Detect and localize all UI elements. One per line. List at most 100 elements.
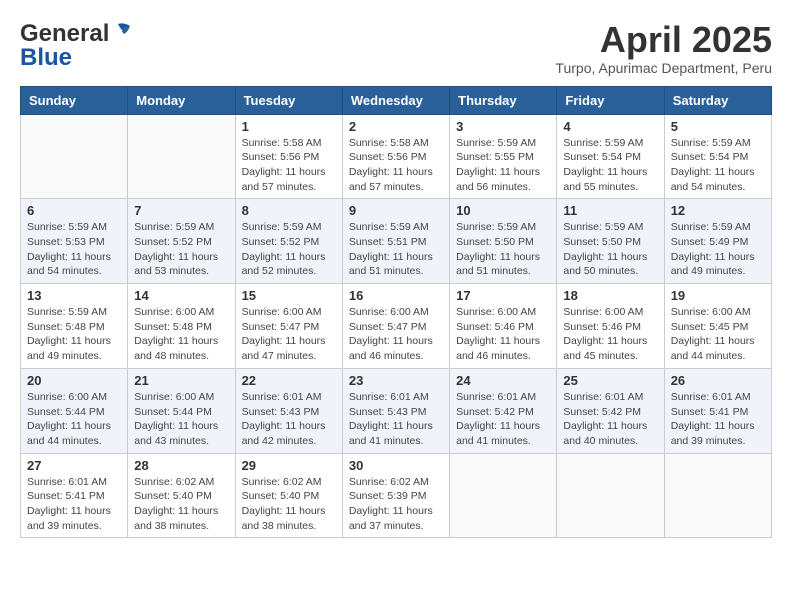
calendar-week-2: 6Sunrise: 5:59 AM Sunset: 5:53 PM Daylig… [21, 199, 772, 284]
page-header: General Blue April 2025 Turpo, Apurimac … [20, 20, 772, 76]
day-info: Sunrise: 6:01 AM Sunset: 5:41 PM Dayligh… [671, 390, 765, 449]
day-number: 18 [563, 288, 657, 303]
calendar-cell: 7 Sunrise: 5:59 AM Sunset: 5:52 PM Daylig… [128, 199, 235, 284]
day-info: Sunrise: 6:02 AM Sunset: 5:39 PM Dayligh… [349, 475, 443, 534]
day-number: 19 [671, 288, 765, 303]
day-info: Sunrise: 5:59 AM Sunset: 5:50 PM Dayligh… [456, 220, 550, 279]
location: Turpo, Apurimac Department, Peru [555, 60, 772, 76]
day-info: Sunrise: 5:59 AM Sunset: 5:55 PM Dayligh… [456, 136, 550, 195]
day-number: 2 [349, 119, 443, 134]
day-info: Sunrise: 6:00 AM Sunset: 5:46 PM Dayligh… [456, 305, 550, 364]
day-info: Sunrise: 6:00 AM Sunset: 5:47 PM Dayligh… [242, 305, 336, 364]
header-tuesday: Tuesday [235, 86, 342, 114]
logo: General Blue [20, 20, 132, 72]
day-number: 7 [134, 203, 228, 218]
day-info: Sunrise: 6:00 AM Sunset: 5:47 PM Dayligh… [349, 305, 443, 364]
calendar-cell: 27 Sunrise: 6:01 AM Sunset: 5:41 PM Dayli… [21, 453, 128, 538]
calendar-cell [21, 114, 128, 199]
day-number: 28 [134, 458, 228, 473]
title-area: April 2025 Turpo, Apurimac Department, P… [555, 20, 772, 76]
day-info: Sunrise: 6:00 AM Sunset: 5:44 PM Dayligh… [27, 390, 121, 449]
calendar-cell: 9 Sunrise: 5:59 AM Sunset: 5:51 PM Daylig… [342, 199, 449, 284]
day-number: 1 [242, 119, 336, 134]
header-saturday: Saturday [664, 86, 771, 114]
calendar-cell: 11 Sunrise: 5:59 AM Sunset: 5:50 PM Dayli… [557, 199, 664, 284]
calendar-cell: 26Sunrise: 6:01 AM Sunset: 5:41 PM Dayli… [664, 368, 771, 453]
day-number: 22 [242, 373, 336, 388]
day-info: Sunrise: 5:59 AM Sunset: 5:52 PM Dayligh… [242, 220, 336, 279]
day-info: Sunrise: 6:01 AM Sunset: 5:43 PM Dayligh… [349, 390, 443, 449]
day-info: Sunrise: 5:58 AM Sunset: 5:56 PM Dayligh… [349, 136, 443, 195]
day-info: Sunrise: 6:00 AM Sunset: 5:44 PM Dayligh… [134, 390, 228, 449]
calendar-cell: 14 Sunrise: 6:00 AM Sunset: 5:48 PM Dayli… [128, 284, 235, 369]
header-wednesday: Wednesday [342, 86, 449, 114]
day-info: Sunrise: 5:59 AM Sunset: 5:50 PM Dayligh… [563, 220, 657, 279]
calendar-week-1: 1 Sunrise: 5:58 AM Sunset: 5:56 PM Daylig… [21, 114, 772, 199]
calendar-cell: 16 Sunrise: 6:00 AM Sunset: 5:47 PM Dayli… [342, 284, 449, 369]
logo-bird-icon [110, 22, 132, 40]
calendar-cell: 30 Sunrise: 6:02 AM Sunset: 5:39 PM Dayli… [342, 453, 449, 538]
day-info: Sunrise: 6:02 AM Sunset: 5:40 PM Dayligh… [242, 475, 336, 534]
day-info: Sunrise: 6:02 AM Sunset: 5:40 PM Dayligh… [134, 475, 228, 534]
calendar-header-row: Sunday Monday Tuesday Wednesday Thursday… [21, 86, 772, 114]
day-number: 12 [671, 203, 765, 218]
calendar-cell: 23 Sunrise: 6:01 AM Sunset: 5:43 PM Dayli… [342, 368, 449, 453]
day-info: Sunrise: 6:01 AM Sunset: 5:42 PM Dayligh… [456, 390, 550, 449]
day-number: 4 [563, 119, 657, 134]
day-number: 16 [349, 288, 443, 303]
day-info: Sunrise: 5:59 AM Sunset: 5:54 PM Dayligh… [563, 136, 657, 195]
calendar-cell [128, 114, 235, 199]
day-info: Sunrise: 5:59 AM Sunset: 5:51 PM Dayligh… [349, 220, 443, 279]
calendar-cell [557, 453, 664, 538]
calendar-cell: 4 Sunrise: 5:59 AM Sunset: 5:54 PM Daylig… [557, 114, 664, 199]
header-thursday: Thursday [450, 86, 557, 114]
day-info: Sunrise: 6:00 AM Sunset: 5:48 PM Dayligh… [134, 305, 228, 364]
day-number: 21 [134, 373, 228, 388]
day-number: 10 [456, 203, 550, 218]
day-info: Sunrise: 6:01 AM Sunset: 5:43 PM Dayligh… [242, 390, 336, 449]
day-info: Sunrise: 5:59 AM Sunset: 5:49 PM Dayligh… [671, 220, 765, 279]
day-info: Sunrise: 6:00 AM Sunset: 5:46 PM Dayligh… [563, 305, 657, 364]
calendar-week-4: 20Sunrise: 6:00 AM Sunset: 5:44 PM Dayli… [21, 368, 772, 453]
day-number: 17 [456, 288, 550, 303]
day-number: 11 [563, 203, 657, 218]
calendar-cell: 2 Sunrise: 5:58 AM Sunset: 5:56 PM Daylig… [342, 114, 449, 199]
day-number: 27 [27, 458, 121, 473]
day-info: Sunrise: 6:00 AM Sunset: 5:45 PM Dayligh… [671, 305, 765, 364]
day-number: 13 [27, 288, 121, 303]
calendar-cell: 25Sunrise: 6:01 AM Sunset: 5:42 PM Dayli… [557, 368, 664, 453]
day-info: Sunrise: 6:01 AM Sunset: 5:41 PM Dayligh… [27, 475, 121, 534]
calendar-cell: 5 Sunrise: 5:59 AM Sunset: 5:54 PM Daylig… [664, 114, 771, 199]
day-number: 30 [349, 458, 443, 473]
logo-blue: Blue [20, 44, 72, 72]
calendar-cell: 15Sunrise: 6:00 AM Sunset: 5:47 PM Dayli… [235, 284, 342, 369]
calendar-cell: 1 Sunrise: 5:58 AM Sunset: 5:56 PM Daylig… [235, 114, 342, 199]
day-number: 23 [349, 373, 443, 388]
day-number: 9 [349, 203, 443, 218]
header-sunday: Sunday [21, 86, 128, 114]
day-info: Sunrise: 5:59 AM Sunset: 5:54 PM Dayligh… [671, 136, 765, 195]
calendar-cell: 8 Sunrise: 5:59 AM Sunset: 5:52 PM Daylig… [235, 199, 342, 284]
calendar-cell: 22 Sunrise: 6:01 AM Sunset: 5:43 PM Dayli… [235, 368, 342, 453]
calendar-cell: 19 Sunrise: 6:00 AM Sunset: 5:45 PM Dayli… [664, 284, 771, 369]
day-number: 8 [242, 203, 336, 218]
day-info: Sunrise: 5:59 AM Sunset: 5:52 PM Dayligh… [134, 220, 228, 279]
day-number: 5 [671, 119, 765, 134]
day-number: 24 [456, 373, 550, 388]
day-info: Sunrise: 5:59 AM Sunset: 5:53 PM Dayligh… [27, 220, 121, 279]
month-title: April 2025 [555, 20, 772, 60]
calendar-cell: 3Sunrise: 5:59 AM Sunset: 5:55 PM Daylig… [450, 114, 557, 199]
day-number: 14 [134, 288, 228, 303]
calendar-cell: 12 Sunrise: 5:59 AM Sunset: 5:49 PM Dayli… [664, 199, 771, 284]
calendar-cell [450, 453, 557, 538]
calendar-cell: 6Sunrise: 5:59 AM Sunset: 5:53 PM Daylig… [21, 199, 128, 284]
calendar-week-3: 13Sunrise: 5:59 AM Sunset: 5:48 PM Dayli… [21, 284, 772, 369]
calendar-cell: 10 Sunrise: 5:59 AM Sunset: 5:50 PM Dayli… [450, 199, 557, 284]
calendar-cell: 28 Sunrise: 6:02 AM Sunset: 5:40 PM Dayli… [128, 453, 235, 538]
calendar-cell: 17 Sunrise: 6:00 AM Sunset: 5:46 PM Dayli… [450, 284, 557, 369]
calendar-cell: 13Sunrise: 5:59 AM Sunset: 5:48 PM Dayli… [21, 284, 128, 369]
header-friday: Friday [557, 86, 664, 114]
day-number: 29 [242, 458, 336, 473]
calendar-table: Sunday Monday Tuesday Wednesday Thursday… [20, 86, 772, 539]
day-info: Sunrise: 5:58 AM Sunset: 5:56 PM Dayligh… [242, 136, 336, 195]
